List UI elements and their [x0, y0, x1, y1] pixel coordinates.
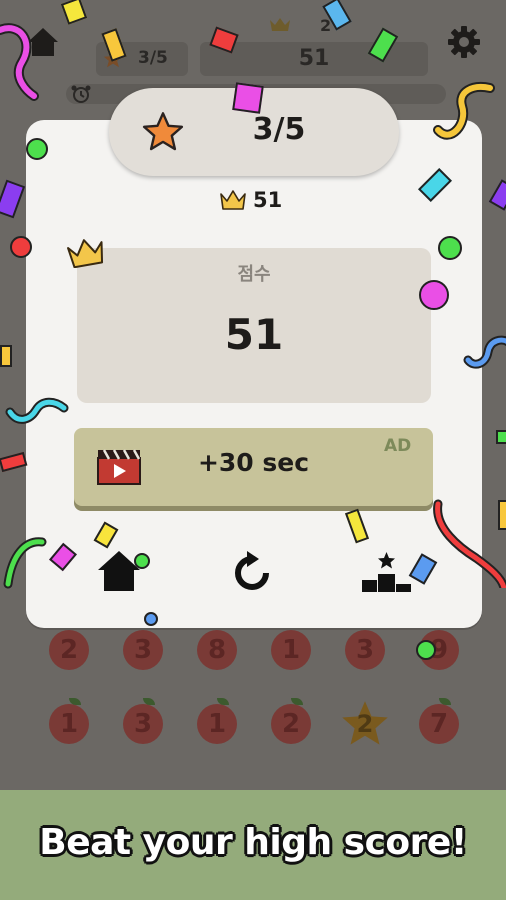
apple-tile[interactable]: 1: [197, 698, 237, 744]
apple-number: 2: [281, 709, 301, 739]
apple-tile[interactable]: 8: [197, 630, 237, 670]
hud-score: 51: [298, 46, 330, 71]
confetti-piece: [0, 451, 28, 473]
apple-number: 2: [59, 635, 79, 665]
apple-tile[interactable]: 3: [345, 630, 385, 670]
crown-icon: [270, 18, 290, 31]
hud-best-score: 2: [320, 16, 332, 35]
crown-icon: [220, 190, 246, 210]
apple-tile[interactable]: 7: [419, 698, 459, 744]
apple-number: 3: [133, 635, 153, 665]
hud-score-pill: 51: [200, 42, 428, 76]
star-icon: [142, 112, 184, 151]
stars-earned-pill: 3/5: [109, 88, 399, 176]
best-score-value: 51: [253, 188, 283, 212]
apple-number: 9: [429, 635, 449, 665]
apple-number: 2: [356, 710, 374, 738]
stars-earned-value: 3/5: [252, 112, 306, 147]
score-value: 51: [224, 310, 284, 359]
hud-stars-pill: 3/5: [96, 42, 188, 76]
confetti-piece: [496, 430, 506, 444]
apple-tile[interactable]: 2: [271, 698, 311, 744]
apple-tile[interactable]: 3: [123, 630, 163, 670]
apple-number: 8: [207, 635, 227, 665]
alarm-clock-icon: [71, 85, 91, 103]
apple-number: 1: [59, 709, 79, 739]
hud-stars: 3/5: [138, 48, 168, 68]
confetti-piece: [0, 345, 12, 367]
apple-number: 3: [355, 635, 375, 665]
apple-number: 7: [429, 709, 449, 739]
apple-number: 1: [207, 709, 227, 739]
golden-star-tile[interactable]: 2: [339, 698, 391, 750]
add-time-label: +30 sec: [197, 448, 310, 477]
home-icon: [98, 551, 140, 591]
apple-tile[interactable]: 1: [49, 698, 89, 744]
confetti-piece: [488, 179, 506, 211]
settings-gear-icon[interactable]: [446, 24, 482, 60]
podium-icon: [362, 552, 411, 592]
score-label: 점수: [237, 264, 271, 285]
home-button[interactable]: [96, 548, 142, 594]
apple-tile[interactable]: 1: [271, 630, 311, 670]
apple-tile[interactable]: 9: [419, 630, 459, 670]
promo-banner-text: Beat your high score!: [39, 822, 467, 863]
score-panel: 점수 51: [77, 248, 431, 403]
star-icon: [103, 49, 123, 68]
apple-tile[interactable]: 3: [123, 698, 163, 744]
ad-badge: AD: [384, 436, 412, 456]
apple-number: 3: [133, 709, 153, 739]
confetti-piece: [498, 500, 506, 530]
add-time-ad-button[interactable]: +30 sec AD: [74, 428, 433, 506]
apple-number: 1: [281, 635, 301, 665]
home-icon[interactable]: [26, 26, 60, 58]
restart-icon: [235, 551, 269, 590]
apple-tile[interactable]: 2: [49, 630, 89, 670]
leaderboard-button[interactable]: [360, 548, 416, 594]
game-board: 2 3 8 1 3 9 1 3 1 2 2 7: [0, 620, 506, 790]
restart-button[interactable]: [229, 550, 275, 596]
confetti-piece: [0, 179, 26, 219]
